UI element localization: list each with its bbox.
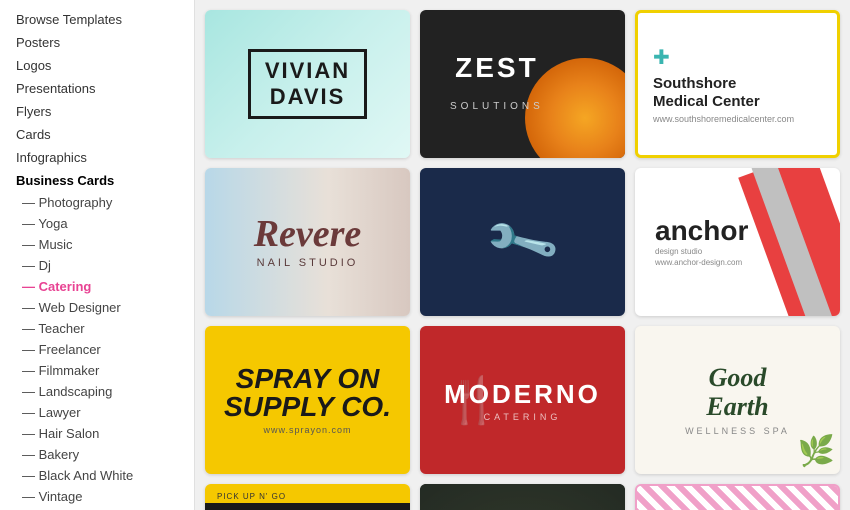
sidebar-item-browse[interactable]: Browse Templates	[0, 8, 194, 31]
sidebar-item-landscaping[interactable]: — Landscaping	[0, 381, 194, 402]
sidebar-item-business-cards[interactable]: Business Cards	[0, 169, 194, 192]
goodearth-leaf-icon: 🌿	[798, 434, 835, 469]
sidebar-item-filmmaker[interactable]: — Filmmaker	[0, 360, 194, 381]
cab-name: CAB TRANSIT	[205, 503, 410, 510]
sidebar-item-photography[interactable]: — Photography	[0, 192, 194, 213]
card-spray-on[interactable]: SPRAY ON SUPPLY CO. www.sprayon.com	[205, 326, 410, 474]
zest-text: ZEST SOLUTIONS	[450, 52, 544, 116]
anchor-name: anchor	[655, 217, 748, 245]
sidebar-item-dj[interactable]: — Dj	[0, 255, 194, 276]
spray-url: www.sprayon.com	[263, 425, 351, 435]
moderno-name: MODERNO	[444, 379, 601, 410]
card-trusty-wrench[interactable]: 🔧	[420, 168, 625, 316]
cab-top: PICK UP N' GO	[205, 484, 410, 503]
sidebar-item-web-designer[interactable]: — Web Designer	[0, 297, 194, 318]
sidebar-item-teacher[interactable]: — Teacher	[0, 318, 194, 339]
card-farm-to-table[interactable]: EST 1885 FARM TO TABLE CALIFORNIA ORGANI…	[420, 484, 625, 510]
sidebar-item-infographics[interactable]: Infographics	[0, 146, 194, 169]
leigh-pattern-top	[637, 486, 838, 510]
card-anchor[interactable]: anchor design studio www.anchor-design.c…	[635, 168, 840, 316]
sidebar-item-posters[interactable]: Posters	[0, 31, 194, 54]
anchor-sub: design studio	[655, 247, 748, 256]
anchor-url: www.anchor-design.com	[655, 258, 748, 267]
spray-text: SPRAY ON SUPPLY CO.	[224, 365, 391, 421]
vivian-davis-name: VIVIAN DAVIS	[248, 49, 367, 120]
sidebar-item-yoga[interactable]: — Yoga	[0, 213, 194, 234]
sidebar-item-music[interactable]: — Music	[0, 234, 194, 255]
card-leigh-silva[interactable]: Leigh Silva	[635, 484, 840, 510]
goodearth-sub: wellness spa	[685, 426, 790, 436]
sidebar-item-logos[interactable]: Logos	[0, 54, 194, 77]
goodearth-name: Good Earth	[706, 364, 768, 421]
card-vivian-davis[interactable]: VIVIAN DAVIS	[205, 10, 410, 158]
card-cab-transit[interactable]: PICK UP N' GO CAB TRANSIT NEW YORK CAB S…	[205, 484, 410, 510]
sidebar-item-freelancer[interactable]: — Freelancer	[0, 339, 194, 360]
template-grid: VIVIAN DAVIS ZEST SOLUTIONS ✚ Southshore…	[195, 0, 850, 510]
sidebar-item-catering[interactable]: — Catering	[0, 276, 194, 297]
card-revere[interactable]: Revere NAIL STUDIO	[205, 168, 410, 316]
sidebar-item-bakery[interactable]: — Bakery	[0, 444, 194, 465]
moderno-sub: CATERING	[484, 412, 562, 422]
southshore-url: www.southshoremedicalcenter.com	[653, 114, 794, 124]
sidebar-item-lawyer[interactable]: — Lawyer	[0, 402, 194, 423]
cards-grid: VIVIAN DAVIS ZEST SOLUTIONS ✚ Southshore…	[205, 10, 840, 510]
farm-bg	[420, 484, 625, 510]
sidebar-item-flyers[interactable]: Flyers	[0, 100, 194, 123]
sidebar-item-cards[interactable]: Cards	[0, 123, 194, 146]
southshore-name: Southshore Medical Center	[653, 75, 760, 111]
card-zest[interactable]: ZEST SOLUTIONS	[420, 10, 625, 158]
southshore-icon: ✚	[653, 45, 670, 70]
revere-sub: NAIL STUDIO	[257, 257, 359, 269]
card-southshore[interactable]: ✚ Southshore Medical Center www.southsho…	[635, 10, 840, 158]
card-good-earth[interactable]: 🌿 Good Earth wellness spa	[635, 326, 840, 474]
card-moderno[interactable]: 🍴 MODERNO CATERING	[420, 326, 625, 474]
wrench-icon: 🔧	[481, 201, 564, 283]
southshore-content: ✚ Southshore Medical Center www.southsho…	[653, 45, 794, 124]
anchor-text-group: anchor design studio www.anchor-design.c…	[655, 217, 748, 267]
sidebar-item-black-and-white[interactable]: — Black And White	[0, 465, 194, 486]
zest-inner: ZEST SOLUTIONS	[420, 10, 625, 158]
revere-script: Revere	[254, 215, 362, 253]
sidebar: Browse Templates Posters Logos Presentat…	[0, 0, 195, 510]
sidebar-item-presentations[interactable]: Presentations	[0, 77, 194, 100]
sidebar-item-hair-salon[interactable]: — Hair Salon	[0, 423, 194, 444]
sidebar-item-vintage[interactable]: — Vintage	[0, 486, 194, 507]
